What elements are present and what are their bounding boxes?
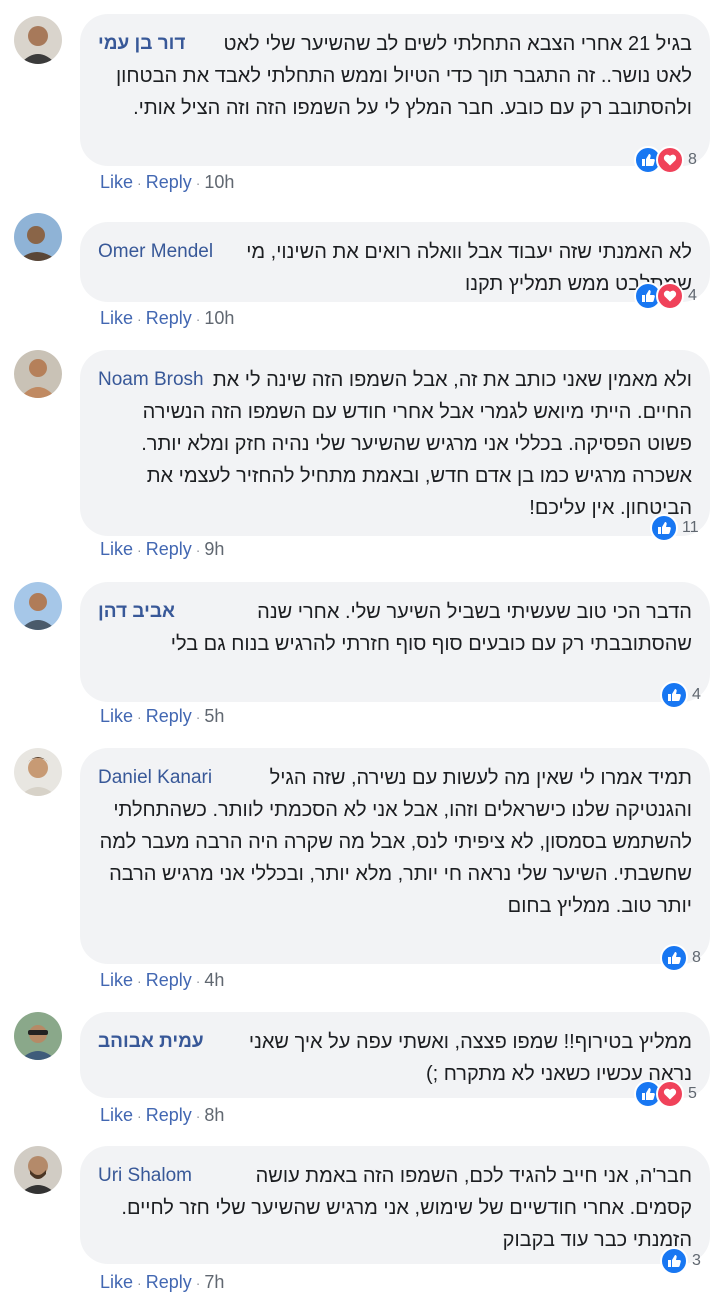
reaction-summary[interactable]: 4 <box>660 679 701 711</box>
reaction-count: 11 <box>682 519 699 536</box>
timestamp[interactable]: 9h <box>204 539 224 559</box>
love-reaction-icon <box>656 1080 684 1108</box>
love-reaction-icon <box>656 282 684 310</box>
comment-body: הדבר הכי טוב שעשיתי בשביל השיער שלי. אחר… <box>170 601 692 655</box>
comment-author[interactable]: דור בן עמי <box>98 28 185 60</box>
separator: · <box>195 175 201 191</box>
comment-actions: Like · Reply · 4h <box>100 968 224 993</box>
reaction-count: 4 <box>692 686 701 703</box>
separator: · <box>195 709 201 725</box>
timestamp[interactable]: 8h <box>204 1105 224 1125</box>
separator: · <box>137 175 142 191</box>
avatar[interactable] <box>14 1146 62 1194</box>
separator: · <box>137 973 142 989</box>
comment-text: עמית אבוהב ממליץ בטירוף!! שמפו פצצה, ואש… <box>98 1026 692 1090</box>
comment-body: ממליץ בטירוף!! שמפו פצצה, ואשתי עפה על א… <box>248 1031 692 1085</box>
like-link[interactable]: Like <box>100 1272 133 1292</box>
reply-link[interactable]: Reply <box>146 1272 192 1292</box>
separator: · <box>137 1275 142 1291</box>
reaction-summary[interactable]: 4 <box>634 280 697 312</box>
comment-bubble: דור בן עמי בגיל 21 אחרי הצבא התחלתי לשים… <box>80 14 710 166</box>
reaction-count: 4 <box>688 287 697 304</box>
separator: · <box>137 1108 142 1124</box>
comment-bubble: Noam Brosh ולא מאמין שאני כותב את זה, אב… <box>80 350 710 536</box>
like-link[interactable]: Like <box>100 308 133 328</box>
comment-body: ולא מאמין שאני כותב את זה, אבל השמפו הזה… <box>141 369 692 519</box>
avatar[interactable] <box>14 213 62 261</box>
avatar[interactable] <box>14 350 62 398</box>
comment-text: Omer Mendel לא האמנתי שזה יעבוד אבל וואל… <box>98 236 692 300</box>
comment-bubble: Omer Mendel לא האמנתי שזה יעבוד אבל וואל… <box>80 222 710 302</box>
separator: · <box>195 1108 201 1124</box>
comment-author[interactable]: אביב דהן <box>98 596 175 628</box>
reaction-summary[interactable]: 3 <box>660 1245 701 1277</box>
separator: · <box>195 1275 201 1291</box>
comment-bubble: אביב דהן הדבר הכי טוב שעשיתי בשביל השיער… <box>80 582 710 702</box>
comment-bubble: Uri Shalom חבר'ה, אני חייב להגיד לכם, הש… <box>80 1146 710 1264</box>
comment-body: לא האמנתי שזה יעבוד אבל וואלה רואים את ה… <box>246 241 692 295</box>
separator: · <box>137 542 142 558</box>
comment-actions: Like · Reply · 9h <box>100 537 224 562</box>
comment-author[interactable]: Daniel Kanari <box>98 762 212 794</box>
timestamp[interactable]: 4h <box>204 970 224 990</box>
comment-actions: Like · Reply · 7h <box>100 1270 224 1295</box>
like-link[interactable]: Like <box>100 539 133 559</box>
like-reaction-icon <box>660 1247 688 1275</box>
comment-actions: Like · Reply · 5h <box>100 704 224 729</box>
separator: · <box>137 709 142 725</box>
timestamp[interactable]: 7h <box>204 1272 224 1292</box>
reply-link[interactable]: Reply <box>146 706 192 726</box>
timestamp[interactable]: 10h <box>204 308 234 328</box>
reply-link[interactable]: Reply <box>146 308 192 328</box>
like-link[interactable]: Like <box>100 970 133 990</box>
timestamp[interactable]: 5h <box>204 706 224 726</box>
reaction-count: 8 <box>688 151 697 168</box>
separator: · <box>195 311 201 327</box>
comment-actions: Like · Reply · 10h <box>100 170 234 195</box>
comment-text: Uri Shalom חבר'ה, אני חייב להגיד לכם, הש… <box>98 1160 692 1256</box>
reply-link[interactable]: Reply <box>146 539 192 559</box>
love-reaction-icon <box>656 146 684 174</box>
like-reaction-icon <box>650 514 678 542</box>
comment-author[interactable]: עמית אבוהב <box>98 1026 204 1058</box>
reply-link[interactable]: Reply <box>146 1105 192 1125</box>
reaction-summary[interactable]: 8 <box>660 942 701 974</box>
reaction-summary[interactable]: 5 <box>634 1078 697 1110</box>
comment-author[interactable]: Omer Mendel <box>98 236 213 268</box>
reaction-summary[interactable]: 11 <box>650 512 699 544</box>
comment-bubble: Daniel Kanari תמיד אמרו לי שאין מה לעשות… <box>80 748 710 964</box>
avatar[interactable] <box>14 16 62 64</box>
reaction-count: 8 <box>692 949 701 966</box>
reaction-count: 5 <box>688 1085 697 1102</box>
comment-author[interactable]: Noam Brosh <box>98 364 204 396</box>
comment-text: Daniel Kanari תמיד אמרו לי שאין מה לעשות… <box>98 762 692 922</box>
like-link[interactable]: Like <box>100 706 133 726</box>
reply-link[interactable]: Reply <box>146 970 192 990</box>
avatar[interactable] <box>14 582 62 630</box>
like-link[interactable]: Like <box>100 1105 133 1125</box>
timestamp[interactable]: 10h <box>204 172 234 192</box>
comment-actions: Like · Reply · 10h <box>100 306 234 331</box>
comment-text: Noam Brosh ולא מאמין שאני כותב את זה, אב… <box>98 364 692 524</box>
comment-body: חבר'ה, אני חייב להגיד לכם, השמפו הזה באמ… <box>121 1165 692 1251</box>
comment-actions: Like · Reply · 8h <box>100 1103 224 1128</box>
comment-body: בגיל 21 אחרי הצבא התחלתי לשים לב שהשיער … <box>115 33 692 119</box>
comment-text: דור בן עמי בגיל 21 אחרי הצבא התחלתי לשים… <box>98 28 692 124</box>
reaction-count: 3 <box>692 1252 701 1269</box>
reaction-summary[interactable]: 8 <box>634 144 697 176</box>
like-reaction-icon <box>660 944 688 972</box>
separator: · <box>195 973 201 989</box>
reply-link[interactable]: Reply <box>146 172 192 192</box>
like-reaction-icon <box>660 681 688 709</box>
avatar[interactable] <box>14 748 62 796</box>
comment-text: אביב דהן הדבר הכי טוב שעשיתי בשביל השיער… <box>98 596 692 660</box>
comment-author[interactable]: Uri Shalom <box>98 1160 192 1192</box>
avatar[interactable] <box>14 1012 62 1060</box>
separator: · <box>195 542 201 558</box>
like-link[interactable]: Like <box>100 172 133 192</box>
comment-bubble: עמית אבוהב ממליץ בטירוף!! שמפו פצצה, ואש… <box>80 1012 710 1098</box>
separator: · <box>137 311 142 327</box>
